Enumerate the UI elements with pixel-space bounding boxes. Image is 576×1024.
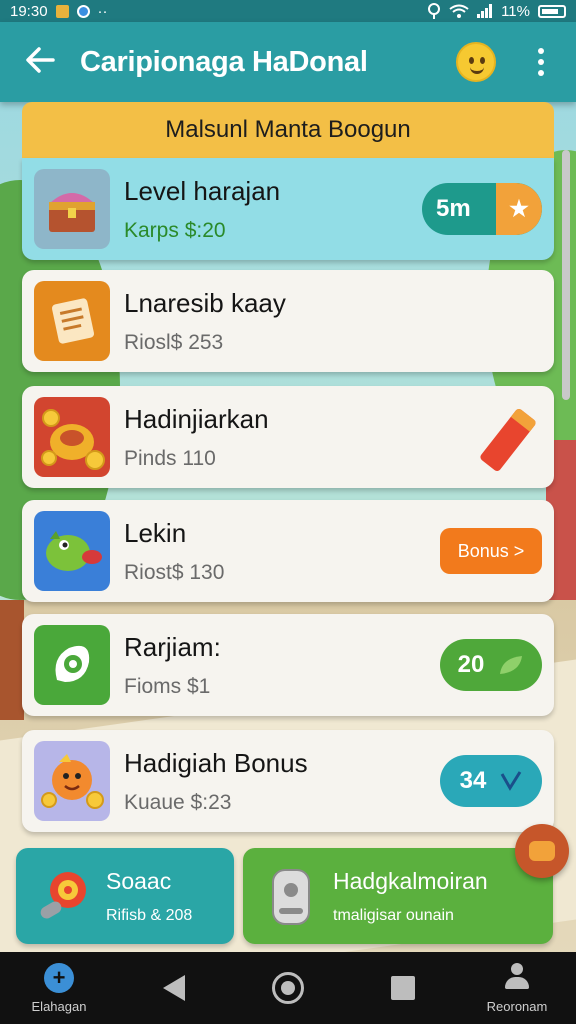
card-sub: Rifisb & 208 xyxy=(106,906,193,924)
scroll-icon xyxy=(34,281,110,361)
back-triangle-icon xyxy=(162,975,185,1001)
nav-profile[interactable]: Reoronam xyxy=(472,962,562,1014)
mascot-icon xyxy=(34,741,110,821)
list-item[interactable]: Lnaresib kaay Riosl$ 253 xyxy=(22,270,554,372)
battery-icon xyxy=(538,4,566,18)
system-nav-bar: + Elahagan Reoronam xyxy=(0,952,576,1024)
coin-bag-icon xyxy=(34,397,110,477)
back-arrow-icon[interactable] xyxy=(0,45,80,79)
app-bar: Caripionaga HaDonal xyxy=(0,22,576,102)
nav-add[interactable]: + Elahagan xyxy=(14,962,104,1014)
person-icon xyxy=(504,962,530,993)
more-notifications-icon: ·· xyxy=(97,2,108,20)
quest-panel: Malsunl Manta Boogun Level harajan Karps… xyxy=(22,102,554,832)
nav-label: Reoronam xyxy=(486,998,548,1014)
nav-label: Elahagan xyxy=(31,998,87,1014)
notification-icon xyxy=(55,4,69,18)
plus-circle-icon: + xyxy=(44,962,74,993)
card-title: Soaac xyxy=(106,867,172,894)
mascot-fab-icon[interactable] xyxy=(515,824,569,878)
reward-badge[interactable]: 5m ★ xyxy=(422,183,542,235)
item-sub: Riosl$ 253 xyxy=(124,330,224,354)
scrollbar[interactable] xyxy=(562,150,570,400)
recents-square-icon xyxy=(390,976,415,1000)
cell-signal-icon xyxy=(477,4,493,18)
more-vertical-icon[interactable] xyxy=(526,48,556,76)
location-icon xyxy=(428,3,441,19)
check-arrow-icon xyxy=(501,771,522,791)
battery-text: 11% xyxy=(501,2,530,20)
status-bar: 19:30 ·· 11% xyxy=(0,0,576,22)
card-sub: tmaligisar ounain xyxy=(333,906,454,924)
wifi-icon xyxy=(449,4,469,18)
smiley-icon[interactable] xyxy=(456,42,496,82)
action-card-left[interactable]: Soaac Rifisb & 208 xyxy=(16,848,234,944)
card-title: Hadgkalmoiran xyxy=(333,867,488,894)
badge-label: 20 xyxy=(457,651,485,678)
action-card-right[interactable]: Hadgkalmoiran tmaligisar ounain xyxy=(243,848,553,944)
treasure-chest-icon xyxy=(34,169,110,249)
home-circle-icon xyxy=(272,972,304,1004)
app-notification-icon xyxy=(76,4,90,18)
whistle-icon xyxy=(34,866,94,926)
list-item[interactable]: Lekin Riost$ 130 Bonus > xyxy=(22,500,554,602)
dollar-leaf-icon xyxy=(34,625,110,705)
page-title: Caripionaga HaDonal xyxy=(80,45,368,78)
item-name: Hadinjiarkan xyxy=(124,403,269,434)
reward-badge[interactable]: 34 xyxy=(440,755,542,807)
list-item[interactable]: Hadinjiarkan Pinds 110 xyxy=(22,386,554,488)
robot-icon xyxy=(261,866,321,926)
bird-icon xyxy=(34,511,110,591)
reward-badge[interactable]: 20 xyxy=(440,639,542,691)
list-item[interactable]: Rarjiam: Fioms $1 20 xyxy=(22,614,554,716)
bonus-button[interactable]: Bonus > xyxy=(440,528,542,574)
badge-label: 34 xyxy=(459,767,487,794)
status-time: 19:30 xyxy=(10,2,48,20)
list-item[interactable]: Level harajan Karps $:20 5m ★ xyxy=(22,158,554,260)
leaf-icon xyxy=(500,656,523,674)
panel-header: Malsunl Manta Boogun xyxy=(22,102,554,158)
item-name: Lnaresib kaay xyxy=(124,287,286,318)
nav-home[interactable] xyxy=(243,972,333,1004)
nav-recents[interactable] xyxy=(358,976,448,1000)
nav-back[interactable] xyxy=(129,975,219,1001)
badge-label: 5m xyxy=(436,195,471,222)
list-item[interactable]: Hadigiah Bonus Kuaue $:23 34 xyxy=(22,730,554,832)
